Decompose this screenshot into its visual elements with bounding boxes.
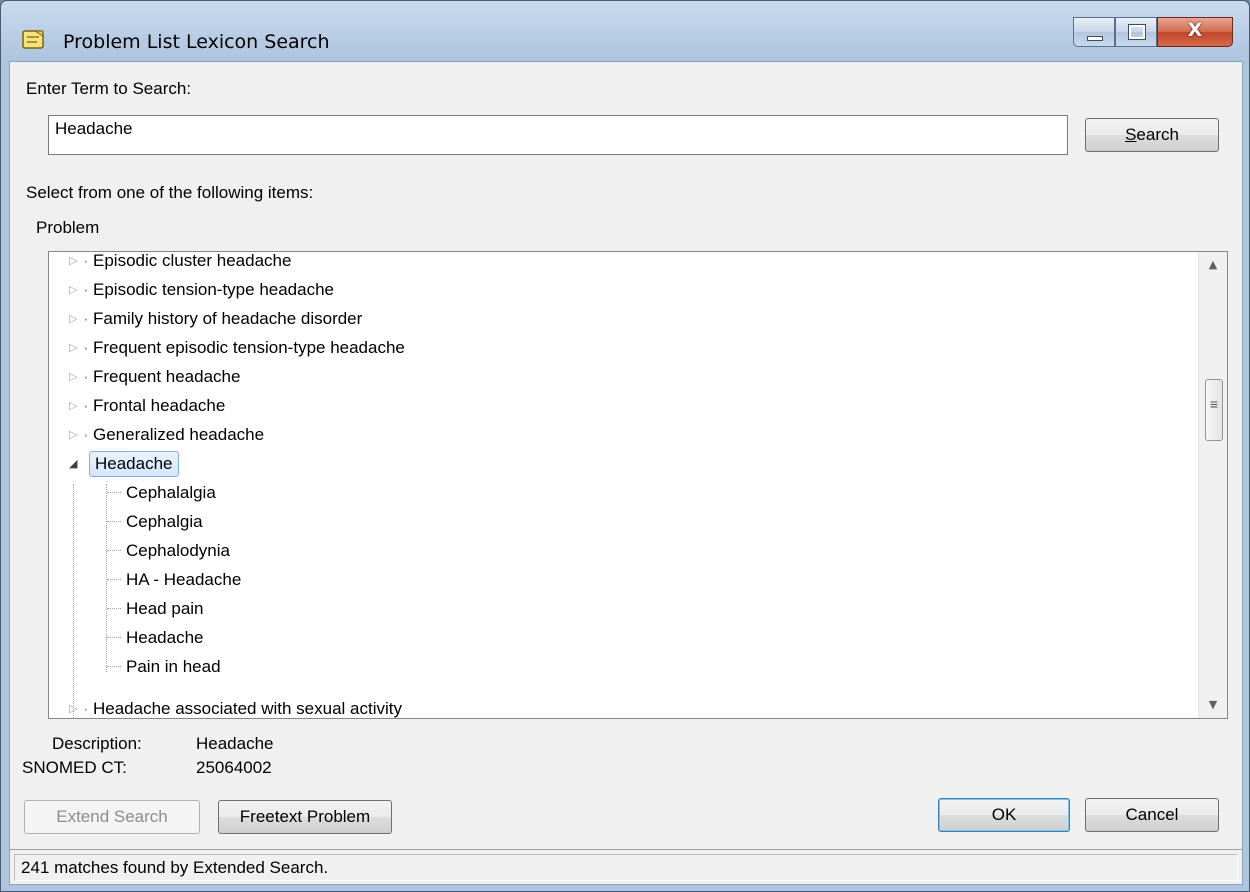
- tree-item-label: Family history of headache disorder: [93, 309, 363, 328]
- description-value: Headache: [196, 734, 274, 753]
- caption-buttons: X: [1073, 17, 1233, 47]
- tree-child-item[interactable]: Cephalgia: [49, 507, 1199, 536]
- tree-item-label-selected: Headache: [89, 451, 179, 477]
- minimize-icon: [1087, 36, 1103, 41]
- search-button[interactable]: Search: [1085, 118, 1219, 152]
- tree-item-label: Frequent episodic tension-type headache: [93, 338, 405, 357]
- tree-child-item[interactable]: Cephalodynia: [49, 536, 1199, 565]
- child-connector: [107, 579, 121, 580]
- tree-item-label: Generalized headache: [93, 425, 265, 444]
- cancel-button[interactable]: Cancel: [1085, 798, 1219, 832]
- lexicon-search-window: Problem List Lexicon Search X Enter Term…: [0, 0, 1250, 892]
- child-connector: [107, 608, 121, 609]
- extend-search-button[interactable]: Extend Search: [24, 800, 200, 834]
- maximize-button[interactable]: [1115, 17, 1157, 47]
- title-bar[interactable]: Problem List Lexicon Search X: [1, 1, 1249, 61]
- scroll-down-arrow-icon[interactable]: ▼: [1199, 692, 1227, 718]
- search-input[interactable]: [48, 115, 1068, 155]
- snomed-value: 25064002: [196, 758, 272, 777]
- status-text: 241 matches found by Extended Search.: [14, 854, 1238, 881]
- snomed-label: SNOMED CT:: [22, 758, 127, 777]
- window-title: Problem List Lexicon Search: [63, 31, 330, 53]
- child-connector: [107, 521, 121, 522]
- minimize-button[interactable]: [1073, 17, 1115, 47]
- tree-dot: ·: [83, 251, 89, 270]
- problem-tree[interactable]: ▷ · Episodic cluster headache ▷ · Episodic…: [48, 251, 1228, 719]
- tree-child-label: Cephalodynia: [126, 541, 230, 560]
- close-button[interactable]: X: [1157, 17, 1233, 47]
- column-header: Problem: [36, 218, 100, 237]
- expand-arrow-icon[interactable]: ▷: [69, 333, 77, 362]
- description-label: Description:: [52, 734, 142, 753]
- expand-arrow-icon[interactable]: ▷: [69, 275, 77, 304]
- tree-child-label: Pain in head: [126, 657, 221, 676]
- expand-arrow-icon[interactable]: ▷: [69, 694, 77, 718]
- expand-arrow-icon[interactable]: ▷: [69, 252, 77, 275]
- tree-child-item[interactable]: Headache: [49, 623, 1199, 652]
- tree-item-label: Frequent headache: [93, 367, 241, 386]
- collapse-arrow-icon[interactable]: ◢: [69, 449, 77, 478]
- expand-arrow-icon[interactable]: ▷: [69, 420, 77, 449]
- child-connector: [107, 637, 121, 638]
- tree-child-item[interactable]: Cephalalgia: [49, 478, 1199, 507]
- tree-child-label: Cephalgia: [126, 512, 203, 531]
- tree-child-label: HA - Headache: [126, 570, 242, 589]
- tree-child-label: Head pain: [126, 599, 204, 618]
- tree-child-label: Cephalalgia: [126, 483, 216, 502]
- tree-dot: ·: [83, 280, 89, 299]
- maximize-icon: [1128, 24, 1146, 40]
- tree-item-label: Headache associated with sexual activity: [93, 699, 402, 718]
- search-label: Enter Term to Search:: [26, 79, 192, 98]
- ok-button[interactable]: OK: [938, 798, 1070, 832]
- child-connector: [107, 550, 121, 551]
- status-bar: 241 matches found by Extended Search.: [10, 849, 1242, 884]
- freetext-problem-button[interactable]: Freetext Problem: [218, 800, 392, 834]
- tree-dot: ·: [83, 425, 89, 444]
- tree-dot: ·: [83, 699, 89, 718]
- expand-arrow-icon[interactable]: ▷: [69, 391, 77, 420]
- tree-item-label: Episodic cluster headache: [93, 251, 292, 270]
- tree-child-item[interactable]: HA - Headache: [49, 565, 1199, 594]
- notepad-icon: [21, 28, 47, 52]
- search-button-label: S: [1125, 125, 1137, 144]
- dialog-body: Enter Term to Search: Search Select from…: [9, 61, 1243, 885]
- grip-icon: ≡: [1209, 396, 1219, 412]
- scroll-up-arrow-icon[interactable]: ▲: [1199, 252, 1227, 278]
- tree-item-label: Frontal headache: [93, 396, 226, 415]
- scrollbar-thumb[interactable]: ≡: [1205, 379, 1223, 441]
- vertical-scrollbar[interactable]: ▲ ≡ ▼: [1198, 252, 1227, 718]
- select-label: Select from one of the following items:: [26, 183, 314, 202]
- child-connector: [107, 492, 121, 493]
- expand-arrow-icon[interactable]: ▷: [69, 362, 77, 391]
- tree-dot: ·: [83, 396, 89, 415]
- tree-item-label: Episodic tension-type headache: [93, 280, 334, 299]
- tree-child-item[interactable]: Head pain: [49, 594, 1199, 623]
- tree-child-item[interactable]: Pain in head: [49, 652, 1199, 681]
- tree-dot: ·: [83, 309, 89, 328]
- search-button-label-rest: earch: [1136, 125, 1179, 144]
- tree-dot: ·: [83, 367, 89, 386]
- close-icon: X: [1187, 19, 1203, 41]
- child-connector: [107, 666, 121, 667]
- tree-child-label: Headache: [126, 628, 204, 647]
- tree-dot: ·: [83, 338, 89, 357]
- expand-arrow-icon[interactable]: ▷: [69, 304, 77, 333]
